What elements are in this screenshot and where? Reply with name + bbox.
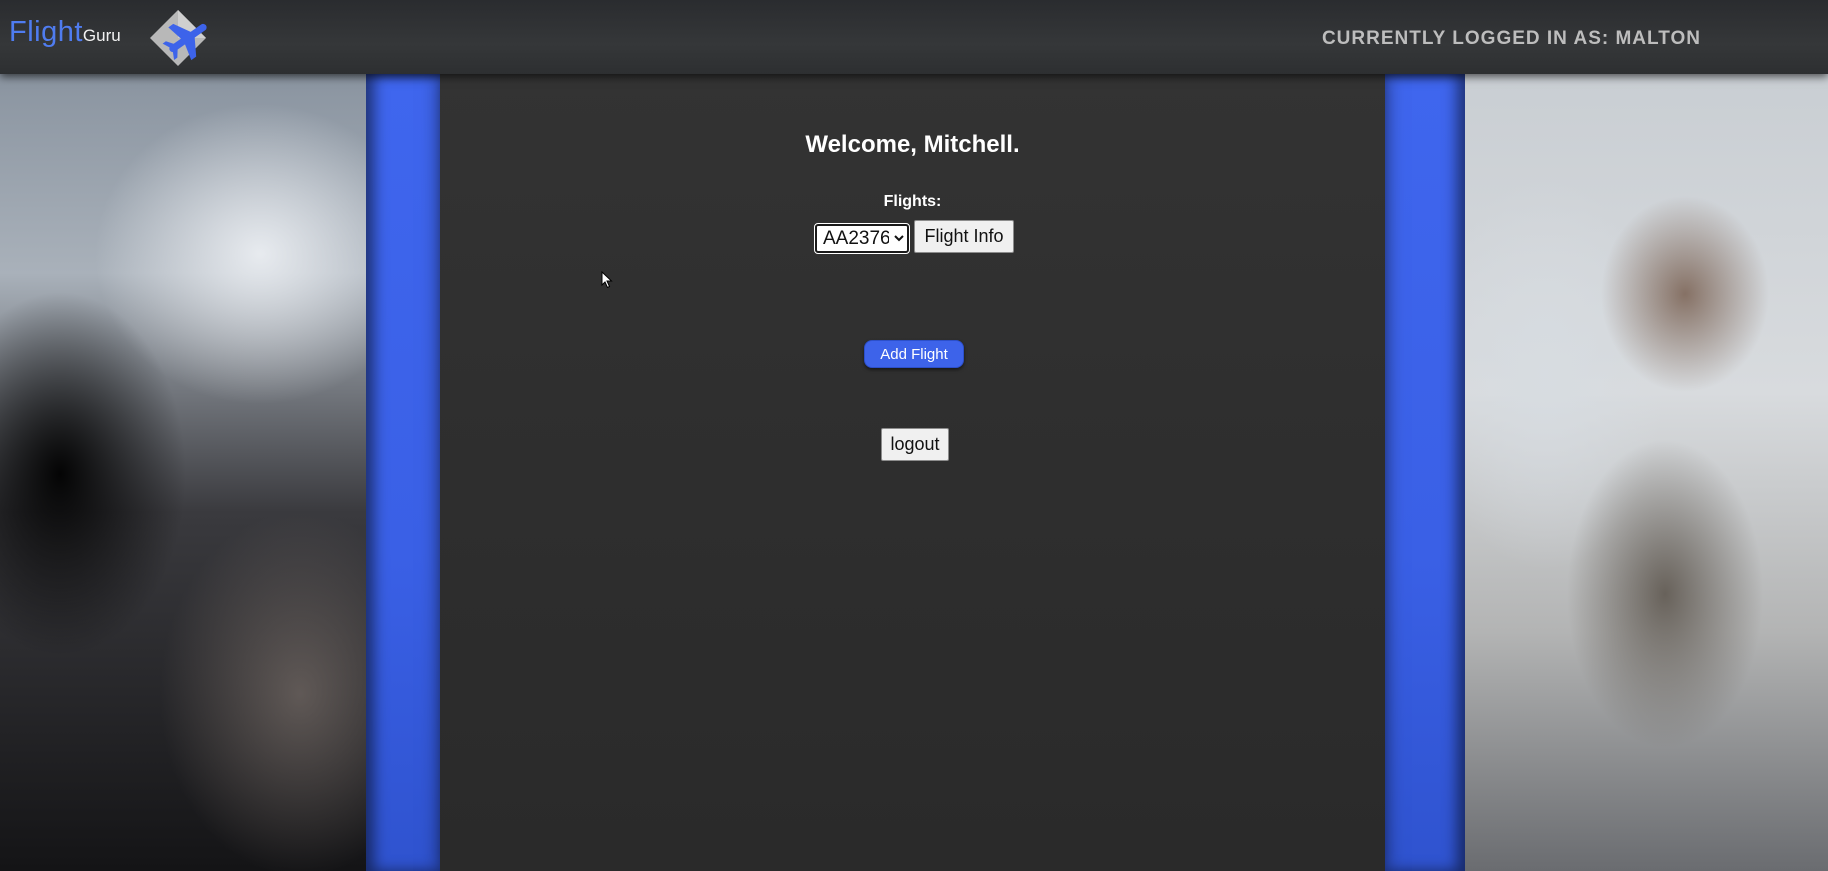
background-photo-left <box>0 74 366 871</box>
background-photo-right <box>1465 74 1828 871</box>
right-blue-column <box>1385 74 1465 871</box>
brand-sub-text: Guru <box>82 26 121 45</box>
logged-in-user-status: CURRENTLY LOGGED IN AS: MALTON <box>1321 28 1701 49</box>
top-header-bar: FlightGuru CURRENTLY LOGGED IN AS: MALTO… <box>0 0 1828 74</box>
mouse-cursor-icon <box>601 270 613 289</box>
brand-main-text: Flight <box>9 16 83 48</box>
flight-info-button[interactable]: Flight Info <box>914 220 1014 253</box>
left-blue-column <box>366 74 440 871</box>
logout-button[interactable]: logout <box>881 428 949 461</box>
flight-select-dropdown[interactable]: AA2376 <box>814 223 910 254</box>
brand-wordmark[interactable]: FlightGuru <box>9 16 121 49</box>
plane-logo-icon[interactable] <box>148 8 220 68</box>
main-content-panel: Welcome, Mitchell. Flights: AA2376 Fligh… <box>440 74 1385 871</box>
add-flight-button[interactable]: Add Flight <box>864 340 964 368</box>
welcome-heading: Welcome, Mitchell. <box>805 131 1020 158</box>
flights-label: Flights: <box>883 193 942 210</box>
